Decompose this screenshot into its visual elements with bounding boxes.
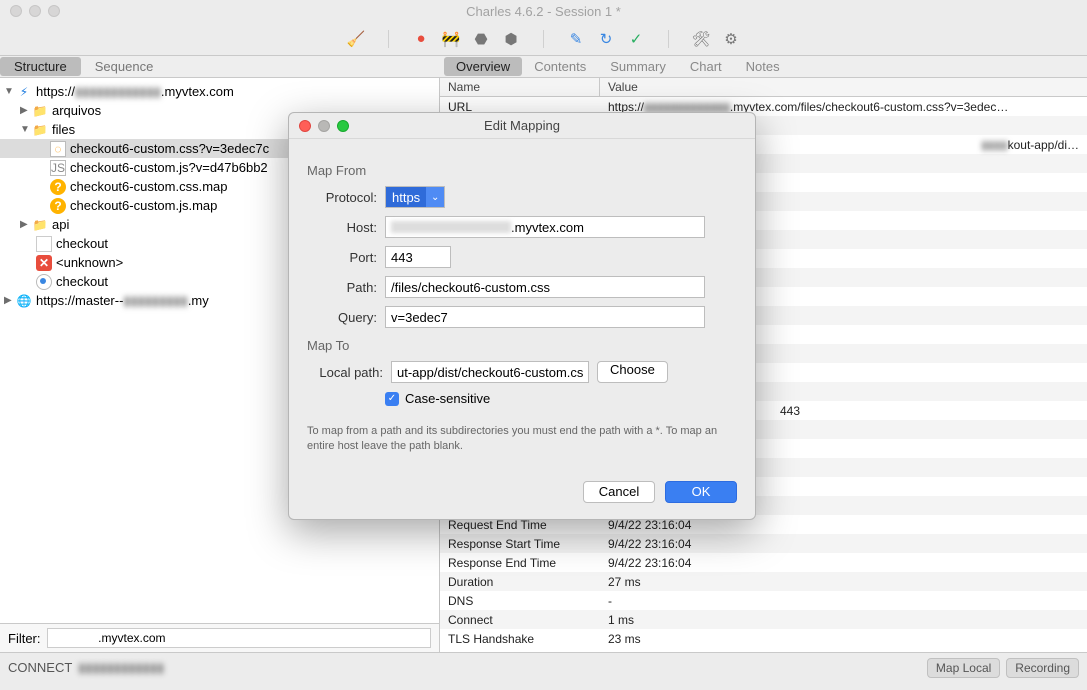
tree-item-label: checkout6-custom.css.map — [70, 179, 228, 194]
choose-button[interactable]: Choose — [597, 361, 668, 383]
query-label: Query: — [307, 310, 377, 325]
row-name: DNS — [440, 594, 600, 608]
tree-item-label: checkout6-custom.css?v=3edec7c — [70, 141, 269, 156]
unknown-file-icon: ? — [50, 198, 66, 214]
tree-item-label: <unknown> — [56, 255, 123, 270]
tab-structure[interactable]: Structure — [0, 57, 81, 76]
query-input[interactable] — [385, 306, 705, 328]
folder-label: files — [52, 122, 75, 137]
host-suffix: .myvtex.com — [161, 84, 234, 99]
folder-label: arquivos — [52, 103, 101, 118]
tree-host[interactable]: ▼ ⚡︎ https://▮▮▮▮▮▮▮▮▮▮▮▮.myvtex.com — [0, 82, 439, 101]
cancel-button[interactable]: Cancel — [583, 481, 655, 503]
filter-label: Filter: — [8, 631, 41, 646]
row-value: 9/4/22 23:16:04 — [600, 537, 1087, 551]
pending-file-icon — [36, 274, 52, 290]
row-value: 9/4/22 23:16:04 — [600, 556, 1087, 570]
settings-icon[interactable]: ⚙ — [721, 29, 741, 49]
folder-icon: 📁 — [32, 103, 48, 119]
port-label: Port: — [307, 250, 377, 265]
row-value: 23 ms — [600, 632, 1087, 646]
row-value: - — [600, 594, 1087, 608]
row-value: 27 ms — [600, 575, 1087, 589]
chevron-updown-icon: ⌄ — [426, 187, 444, 207]
folder-label: api — [52, 217, 69, 232]
tools-icon[interactable]: 🛠 — [691, 29, 711, 49]
protocol-value: https — [386, 187, 426, 207]
repeat-icon[interactable]: ↻ — [596, 29, 616, 49]
protocol-label: Protocol: — [307, 190, 377, 205]
filter-input[interactable] — [47, 628, 432, 648]
hint-text: To map from a path and its subdirectorie… — [307, 424, 737, 455]
toolbar: 🧹 ● 🚧 ⬣ ⬢ ✎ ↻ ✓ 🛠 ⚙ — [0, 22, 1087, 56]
breakpoints-icon[interactable]: ⬣ — [471, 29, 491, 49]
row-name: Connect — [440, 613, 600, 627]
session-icon: ⚡︎ — [16, 84, 32, 100]
row-name: Response End Time — [440, 556, 600, 570]
protocol-select[interactable]: https ⌄ — [385, 186, 445, 208]
tree-item-label: checkout — [56, 236, 108, 251]
tab-contents[interactable]: Contents — [522, 57, 598, 76]
throttle-icon[interactable]: 🚧 — [441, 29, 461, 49]
record-icon[interactable]: ● — [411, 29, 431, 49]
hex-icon[interactable]: ⬢ — [501, 29, 521, 49]
ok-button[interactable]: OK — [665, 481, 737, 503]
tab-sequence[interactable]: Sequence — [81, 57, 168, 76]
window-titlebar: Charles 4.6.2 - Session 1 * — [0, 0, 1087, 22]
path-label: Path: — [307, 280, 377, 295]
row-value: 1 ms — [600, 613, 1087, 627]
unknown-file-icon: ? — [50, 179, 66, 195]
validate-icon[interactable]: ✓ — [626, 29, 646, 49]
col-value[interactable]: Value — [600, 78, 646, 96]
map-from-label: Map From — [307, 163, 737, 178]
folder-icon: 📁 — [32, 217, 48, 233]
tree-item-label: checkout6-custom.js.map — [70, 198, 217, 213]
checkbox-checked-icon: ✓ — [385, 392, 399, 406]
row-name: TLS Handshake — [440, 632, 600, 646]
local-path-input[interactable] — [391, 361, 589, 383]
map-to-label: Map To — [307, 338, 737, 353]
broom-icon[interactable]: 🧹 — [346, 29, 366, 49]
tab-chart[interactable]: Chart — [678, 57, 734, 76]
checkbox-label: Case-sensitive — [405, 391, 490, 406]
file-icon — [36, 236, 52, 252]
host-label: Host: — [307, 220, 377, 235]
js-file-icon: JS — [50, 160, 66, 176]
tree-item-label: checkout6-custom.js?v=d47b6bb2 — [70, 160, 268, 175]
status-connect: CONNECT — [8, 660, 72, 675]
status-bar: CONNECT ▮▮▮▮▮▮▮▮▮▮▮▮ Map Local Recording — [0, 652, 1087, 682]
window-title: Charles 4.6.2 - Session 1 * — [0, 4, 1087, 19]
detail-columns: Name Value — [440, 78, 1087, 97]
status-recording[interactable]: Recording — [1006, 658, 1079, 678]
case-sensitive-checkbox[interactable]: ✓ Case-sensitive — [385, 391, 737, 406]
error-file-icon: ✕ — [36, 255, 52, 271]
edit-mapping-dialog: Edit Mapping Map From Protocol: https ⌄ … — [288, 112, 756, 520]
folder-icon: 📁 — [32, 122, 48, 138]
compose-icon[interactable]: ✎ — [566, 29, 586, 49]
css-file-icon: ◌ — [50, 141, 66, 157]
row-name: Duration — [440, 575, 600, 589]
path-input[interactable] — [385, 276, 705, 298]
port-input[interactable] — [385, 246, 451, 268]
tab-notes[interactable]: Notes — [734, 57, 792, 76]
filter-bar: Filter: — [0, 623, 439, 652]
host-input[interactable]: .myvtex.com — [385, 216, 705, 238]
col-name[interactable]: Name — [440, 78, 600, 96]
local-path-label: Local path: — [307, 365, 383, 380]
dialog-title: Edit Mapping — [289, 118, 755, 133]
globe-icon: 🌐 — [16, 293, 32, 309]
tab-summary[interactable]: Summary — [598, 57, 678, 76]
tree-item-label: checkout — [56, 274, 108, 289]
tab-overview[interactable]: Overview — [444, 57, 522, 76]
dialog-titlebar: Edit Mapping — [289, 113, 755, 139]
row-name: Response Start Time — [440, 537, 600, 551]
status-map-local[interactable]: Map Local — [927, 658, 1000, 678]
